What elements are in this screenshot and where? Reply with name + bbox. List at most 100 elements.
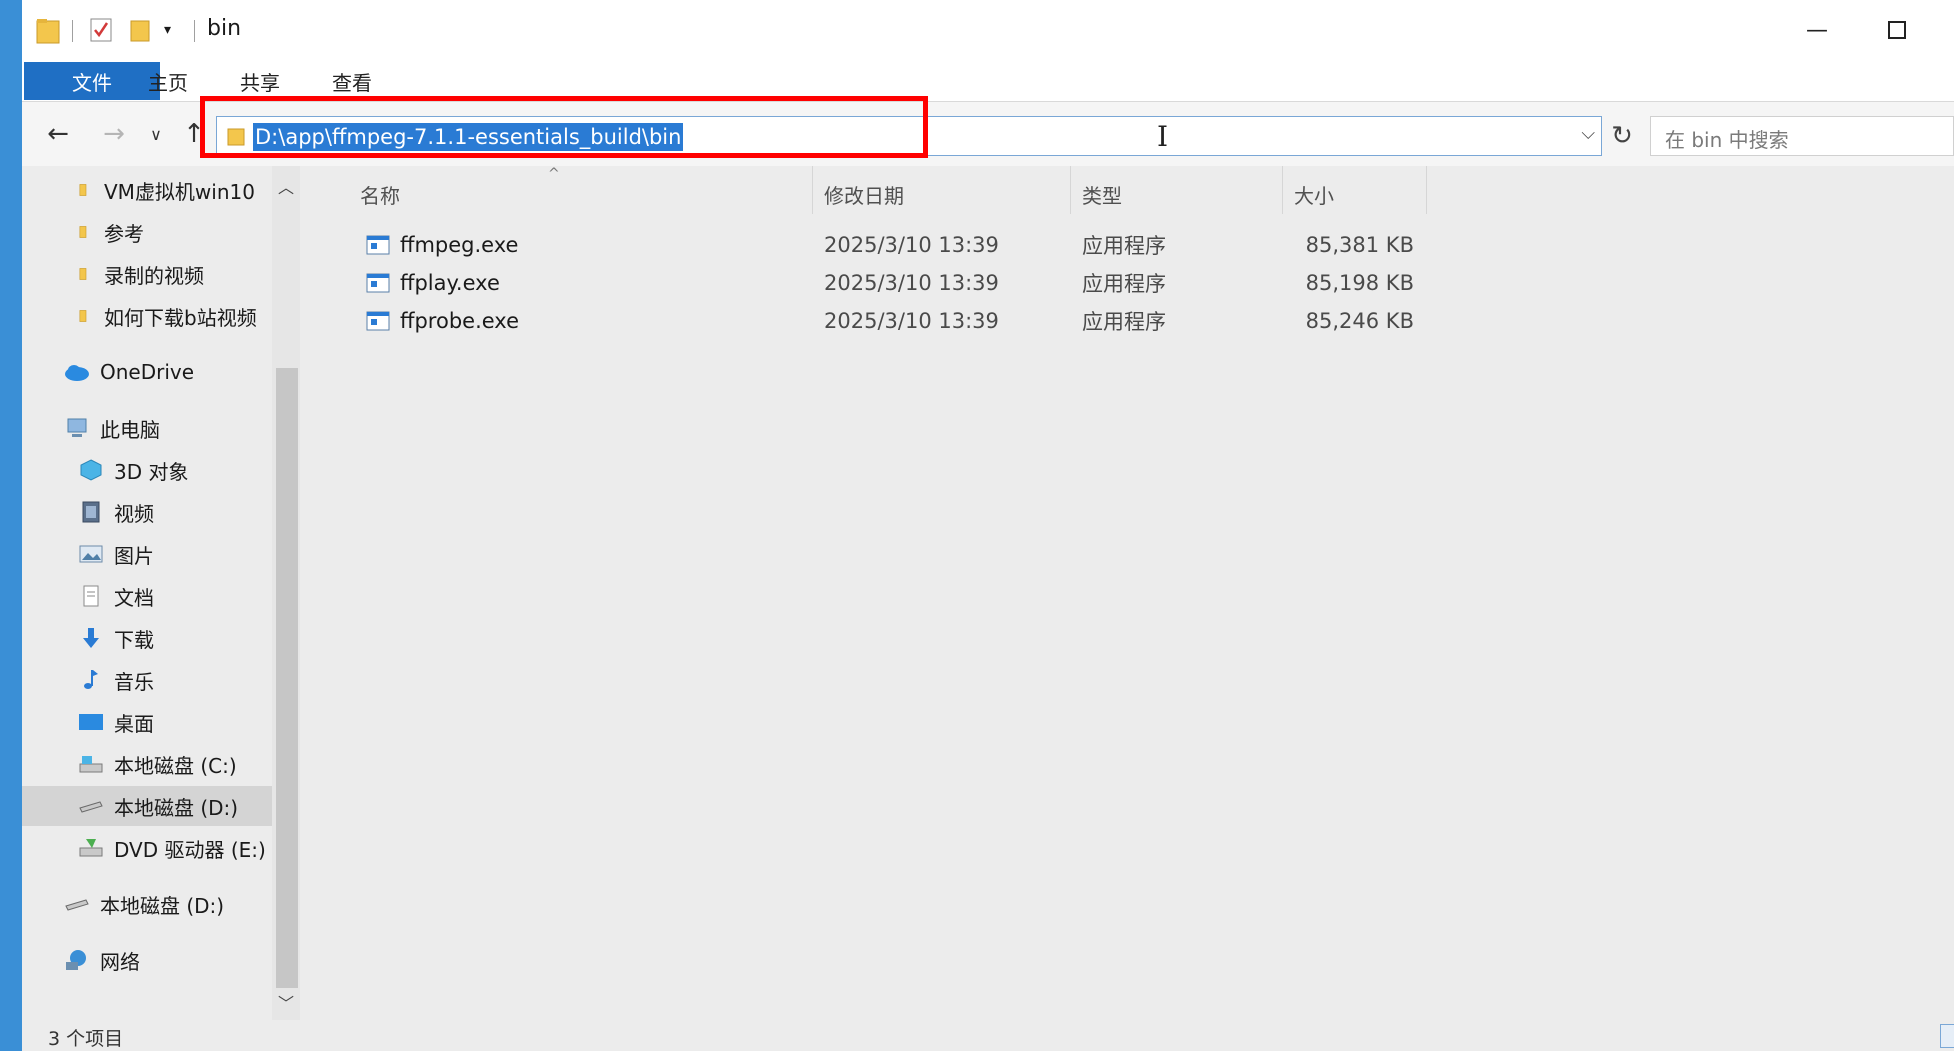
nav-item-label: OneDrive <box>100 360 195 384</box>
chevron-down-icon: ∨ <box>150 124 162 144</box>
folder-icon <box>79 310 87 322</box>
sort-ascending-icon: ^ <box>548 166 560 182</box>
application-icon <box>366 235 390 255</box>
refresh-icon: ↻ <box>1611 121 1633 151</box>
folder-icon <box>79 226 87 238</box>
back-button[interactable]: ← <box>40 116 76 152</box>
address-history-dropdown-icon[interactable]: ⌵ <box>1581 123 1595 144</box>
address-path[interactable]: D:\app\ffmpeg-7.1.1-essentials_build\bin <box>253 123 684 151</box>
nav-item-desktop[interactable]: 桌面 <box>22 702 272 742</box>
nav-item-onedrive[interactable]: OneDrive <box>22 352 272 392</box>
file-row[interactable]: ffplay.exe 2025/3/10 13:39 应用程序 85,198 K… <box>300 264 1460 302</box>
drive-icon <box>65 899 89 911</box>
tab-share[interactable]: 共享 <box>240 62 280 100</box>
nav-item-network[interactable]: 网络 <box>22 940 272 980</box>
nav-item-music[interactable]: 音乐 <box>22 660 272 700</box>
nav-item-local-disk-d[interactable]: 本地磁盘 (D:) <box>22 786 272 826</box>
ribbon-tabs: 文件 主页 共享 查看 <box>22 62 1954 102</box>
search-placeholder[interactable]: 在 bin 中搜索 <box>1665 124 1789 153</box>
nav-item-local-disk-c[interactable]: 本地磁盘 (C:) <box>22 744 272 784</box>
address-bar[interactable]: D:\app\ffmpeg-7.1.1-essentials_build\bin… <box>216 116 1602 156</box>
nav-item-label: 图片 <box>114 543 154 568</box>
scroll-up-button[interactable]: ︿ <box>272 172 300 200</box>
column-header-type[interactable]: 类型 <box>1082 166 1122 222</box>
file-name-cell: ffmpeg.exe <box>366 226 518 264</box>
nav-item-documents[interactable]: 文档 <box>22 576 272 616</box>
tab-view[interactable]: 查看 <box>332 62 372 100</box>
onedrive-icon <box>65 365 89 381</box>
new-folder-icon[interactable] <box>130 18 150 42</box>
nav-item-label: 参考 <box>104 221 144 246</box>
documents-icon <box>83 585 99 607</box>
nav-item-label: 录制的视频 <box>104 263 204 288</box>
file-name-cell: ffprobe.exe <box>366 302 519 340</box>
column-header-name[interactable]: 名称 <box>360 166 400 222</box>
column-divider[interactable] <box>1282 166 1283 214</box>
properties-icon[interactable] <box>90 18 112 42</box>
scroll-thumb[interactable] <box>276 368 298 988</box>
nav-item-label: 本地磁盘 (C:) <box>114 753 237 778</box>
details-view-icon[interactable] <box>1940 1024 1954 1048</box>
application-icon <box>366 311 390 331</box>
file-modified: 2025/3/10 13:39 <box>824 309 999 333</box>
arrow-left-icon: ← <box>47 119 69 149</box>
nav-item-recorded-videos[interactable]: 录制的视频 <box>22 254 272 294</box>
toolbar-divider <box>194 20 195 42</box>
tab-home[interactable]: 主页 <box>148 62 188 100</box>
file-modified: 2025/3/10 13:39 <box>824 271 999 295</box>
forward-button[interactable]: → <box>96 116 132 152</box>
drive-icon <box>79 801 103 813</box>
nav-item-vm-win10[interactable]: VM虚拟机win10 <box>22 170 272 210</box>
navigation-pane: VM虚拟机win10 参考 录制的视频 如何下载b站视频 OneDrive 此电… <box>22 166 272 1020</box>
nav-pane-scrollbar[interactable]: ︿ ﹀ <box>272 166 300 1020</box>
nav-item-videos[interactable]: 视频 <box>22 492 272 532</box>
file-name-cell: ffplay.exe <box>366 264 500 302</box>
nav-item-pictures[interactable]: 图片 <box>22 534 272 574</box>
nav-item-local-disk-d-root[interactable]: 本地磁盘 (D:) <box>22 884 272 924</box>
nav-item-label: DVD 驱动器 (E:) <box>114 837 266 862</box>
customize-toolbar-dropdown-icon[interactable]: ▾ <box>164 22 178 38</box>
file-explorer-window: ▾ bin — 文件 主页 共享 查看 ← → ∨ ↑ D:\app\ffmpe… <box>22 0 1954 1051</box>
up-button[interactable]: ↑ <box>176 116 212 152</box>
file-row[interactable]: ffprobe.exe 2025/3/10 13:39 应用程序 85,246 … <box>300 302 1460 340</box>
file-modified: 2025/3/10 13:39 <box>824 233 999 257</box>
item-count: 3 个项目 <box>48 1028 124 1050</box>
nav-item-this-pc[interactable]: 此电脑 <box>22 408 272 448</box>
arrow-up-icon: ↑ <box>183 119 205 149</box>
folder-icon[interactable] <box>36 18 60 44</box>
file-list-pane: ^ 名称 修改日期 类型 大小 ffmpeg.exe 2025/3/10 13:… <box>300 166 1954 1020</box>
nav-item-label: 本地磁盘 (D:) <box>100 893 225 918</box>
refresh-button[interactable]: ↻ <box>1604 116 1640 156</box>
recent-locations-button[interactable]: ∨ <box>138 116 174 152</box>
column-divider[interactable] <box>1070 166 1071 214</box>
tab-file[interactable]: 文件 <box>24 62 160 100</box>
nav-item-dvd-drive-e[interactable]: DVD 驱动器 (E:) <box>22 828 272 868</box>
nav-item-label: VM虚拟机win10 <box>104 179 255 204</box>
nav-item-label: 3D 对象 <box>114 459 189 484</box>
minimize-button[interactable]: — <box>1797 10 1837 50</box>
nav-item-reference[interactable]: 参考 <box>22 212 272 252</box>
nav-item-label: 音乐 <box>114 669 154 694</box>
search-box[interactable]: 在 bin 中搜索 <box>1650 116 1954 156</box>
scroll-down-button[interactable]: ﹀ <box>272 988 300 1016</box>
maximize-button[interactable] <box>1877 10 1917 50</box>
column-divider[interactable] <box>1426 166 1427 214</box>
computer-icon <box>67 418 87 437</box>
nav-item-downloads[interactable]: 下载 <box>22 618 272 658</box>
file-size: 85,381 KB <box>1305 233 1414 257</box>
text-cursor-icon: I <box>1157 120 1169 153</box>
column-header-size[interactable]: 大小 <box>1294 166 1334 222</box>
window-title: bin <box>207 16 242 41</box>
navigation-bar: ← → ∨ ↑ D:\app\ffmpeg-7.1.1-essentials_b… <box>22 102 1954 166</box>
column-divider[interactable] <box>812 166 813 214</box>
file-row[interactable]: ffmpeg.exe 2025/3/10 13:39 应用程序 85,381 K… <box>300 226 1460 264</box>
chevron-up-icon: ︿ <box>277 178 294 197</box>
nav-item-label: 如何下载b站视频 <box>104 305 257 330</box>
dvd-icon <box>79 839 103 857</box>
file-size: 85,246 KB <box>1305 309 1414 333</box>
download-icon <box>83 628 99 648</box>
column-header-modified[interactable]: 修改日期 <box>824 166 904 222</box>
file-size: 85,198 KB <box>1305 271 1414 295</box>
nav-item-bilibili-download[interactable]: 如何下载b站视频 <box>22 296 272 336</box>
nav-item-3d-objects[interactable]: 3D 对象 <box>22 450 272 490</box>
